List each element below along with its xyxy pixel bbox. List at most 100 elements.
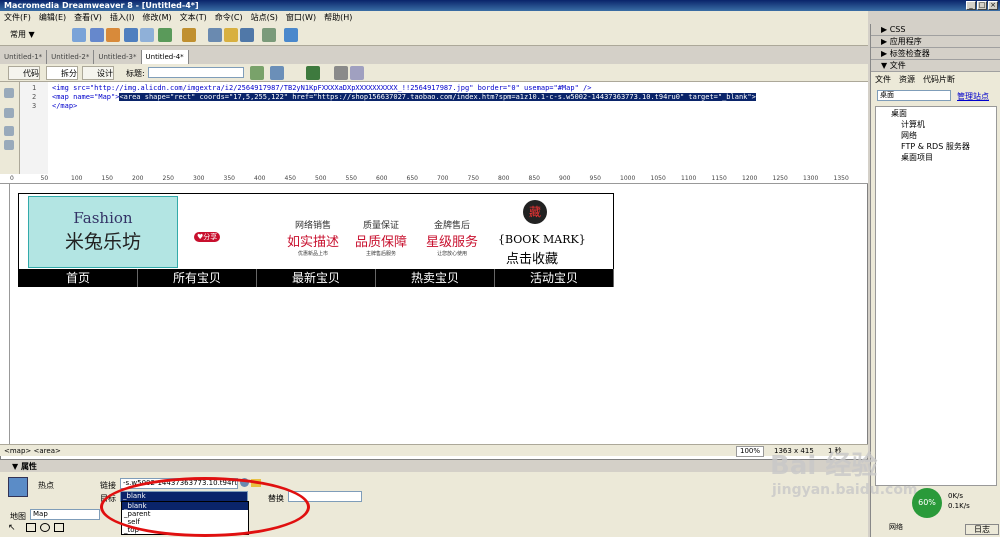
feature-1-sub: 优惠新品上市 — [297, 251, 328, 257]
document-toolbar: 代码 拆分 设计 标题: — [0, 64, 868, 82]
refresh-icon[interactable] — [334, 66, 348, 80]
menu-bar: 文件(F) 编辑(E) 查看(V) 插入(I) 修改(M) 文本(T) 命令(C… — [0, 11, 868, 24]
manage-sites-link[interactable]: 管理站点 — [957, 91, 989, 102]
tree-ftp-rds[interactable]: FTP & RDS 服务器 — [901, 141, 970, 152]
ruler-tick: 750 — [467, 175, 479, 182]
tab-untitled-4[interactable]: Untitled-4* — [141, 50, 189, 64]
minimize-button[interactable]: _ — [966, 1, 976, 10]
comment-icon[interactable] — [224, 28, 238, 42]
tag-selector[interactable]: <map> <area> — [4, 445, 61, 457]
menu-view[interactable]: 查看(V) — [70, 11, 106, 24]
ruler-tick: 950 — [589, 175, 601, 182]
menu-help[interactable]: 帮助(H) — [320, 11, 356, 24]
ruler-tick: 700 — [437, 175, 449, 182]
code-view-button[interactable]: 代码 — [8, 66, 40, 80]
hyperlink-icon[interactable] — [72, 28, 86, 42]
ruler-tick: 250 — [162, 175, 174, 182]
template-icon[interactable] — [240, 28, 254, 42]
open-documents-icon[interactable] — [4, 88, 14, 98]
nav-event-items[interactable]: 活动宝贝 — [495, 269, 614, 287]
annotation-circle — [100, 477, 310, 537]
title-input[interactable] — [148, 67, 244, 78]
panel-tag-inspector[interactable]: ▶ 标签检查器 — [871, 48, 1000, 60]
ruler-tick: 1250 — [772, 175, 788, 182]
image-icon[interactable] — [158, 28, 172, 42]
site-location-select[interactable]: 桌面 — [877, 90, 951, 101]
insert-category-select[interactable]: 常用 ▼ — [10, 29, 35, 40]
tree-desktop-items[interactable]: 桌面项目 — [901, 152, 933, 163]
log-button[interactable]: 日志 — [965, 524, 999, 535]
email-link-icon[interactable] — [90, 28, 104, 42]
tree-computer[interactable]: 计算机 — [901, 119, 925, 130]
rect-hotspot-tool-icon[interactable] — [26, 523, 36, 532]
menu-commands[interactable]: 命令(C) — [211, 11, 247, 24]
hotspot-logo[interactable]: Fashion 米兔乐坊 — [28, 196, 178, 268]
polygon-hotspot-tool-icon[interactable] — [54, 523, 64, 532]
map-name-input[interactable]: Map — [30, 509, 100, 520]
maximize-button[interactable]: □ — [977, 1, 987, 10]
ruler-tick: 850 — [528, 175, 540, 182]
preview-icon[interactable] — [306, 66, 320, 80]
feature-3-sub: 让您放心使用 — [436, 251, 467, 257]
tab-untitled-2[interactable]: Untitled-2* — [47, 50, 95, 64]
feature-2-small: 质量保证 — [362, 221, 399, 231]
line-number-3: 3 — [32, 102, 37, 110]
nav-all-items[interactable]: 所有宝贝 — [138, 269, 257, 287]
collect-link[interactable]: 点击收藏 — [506, 248, 558, 267]
tree-desktop[interactable]: 桌面 — [891, 108, 907, 119]
ruler-tick: 1350 — [833, 175, 849, 182]
menu-modify[interactable]: 修改(M) — [138, 11, 175, 24]
ruler-tick: 500 — [315, 175, 327, 182]
feature-3-small: 金牌售后 — [433, 221, 470, 231]
pointer-hotspot-tool-icon[interactable]: ↖ — [8, 523, 16, 533]
design-view-button[interactable]: 设计 — [82, 66, 114, 80]
expand-all-icon[interactable] — [4, 126, 14, 136]
close-button[interactable]: × — [988, 1, 998, 10]
ruler-tick: 0 — [10, 175, 14, 182]
menu-edit[interactable]: 编辑(E) — [35, 11, 70, 24]
menu-site[interactable]: 站点(S) — [247, 11, 282, 24]
script-icon[interactable] — [284, 28, 298, 42]
tree-network[interactable]: 网络 — [901, 130, 917, 141]
panel-application[interactable]: ▶ 应用程序 — [871, 36, 1000, 48]
code-line-3: </map> — [52, 102, 78, 110]
layer-icon[interactable] — [140, 28, 154, 42]
named-anchor-icon[interactable] — [106, 28, 120, 42]
nav-home[interactable]: 首页 — [19, 269, 138, 287]
panel-files[interactable]: ▼ 文件 — [871, 60, 1000, 72]
tag-chooser-icon[interactable] — [262, 28, 276, 42]
selected-area-tag: <area shape="rect" coords="17,5,255,122"… — [119, 93, 756, 101]
select-parent-tag-icon[interactable] — [4, 140, 14, 150]
ruler-tick: 100 — [71, 175, 83, 182]
split-view-button[interactable]: 拆分 — [46, 66, 78, 80]
table-icon[interactable] — [124, 28, 138, 42]
validate-icon[interactable] — [250, 66, 264, 80]
tab-untitled-1[interactable]: Untitled-1* — [0, 50, 48, 64]
menu-file[interactable]: 文件(F) — [0, 11, 35, 24]
menu-window[interactable]: 窗口(W) — [282, 11, 320, 24]
media-icon[interactable] — [182, 28, 196, 42]
date-icon[interactable] — [208, 28, 222, 42]
tab-snippets[interactable]: 代码片断 — [923, 74, 955, 85]
tab-files[interactable]: 文件 — [875, 74, 891, 85]
panel-css[interactable]: ▶ CSS — [871, 24, 1000, 36]
shop-nav-bar: 首页 所有宝贝 最新宝贝 热卖宝贝 活动宝贝 — [19, 269, 614, 287]
property-inspector-header[interactable]: ▼ 属性 — [0, 461, 868, 472]
ruler-tick: 1150 — [711, 175, 727, 182]
menu-text[interactable]: 文本(T) — [176, 11, 211, 24]
nav-new-items[interactable]: 最新宝贝 — [257, 269, 376, 287]
oval-hotspot-tool-icon[interactable] — [40, 523, 50, 532]
menu-insert[interactable]: 插入(I) — [106, 11, 139, 24]
feature-1-small: 网络销售 — [294, 221, 331, 231]
view-options-icon[interactable] — [350, 66, 364, 80]
ruler-tick: 150 — [101, 175, 113, 182]
file-management-icon[interactable] — [270, 66, 284, 80]
tab-untitled-3[interactable]: Untitled-3* — [94, 50, 142, 64]
window-title: Macromedia Dreamweaver 8 - [Untitled-4*] — [0, 0, 1000, 11]
collapse-tag-icon[interactable] — [4, 108, 14, 118]
ruler-tick: 1000 — [620, 175, 636, 182]
net-down: 0.1K/s — [948, 502, 970, 510]
tab-assets[interactable]: 资源 — [899, 74, 915, 85]
line-numbers: 1 2 3 — [20, 82, 48, 174]
nav-hot-items[interactable]: 热卖宝贝 — [376, 269, 495, 287]
